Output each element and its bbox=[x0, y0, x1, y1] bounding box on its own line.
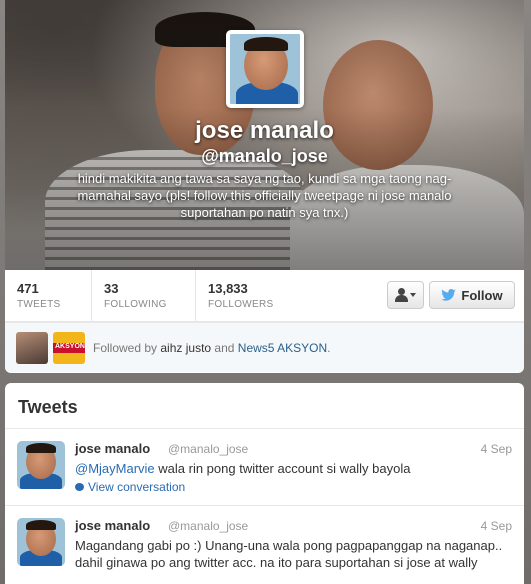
followed-by-row: AKSYON Followed by aihz justo and News5 … bbox=[5, 322, 524, 372]
tweet-timestamp[interactable]: 4 Sep bbox=[481, 442, 512, 456]
profile-header: jose manalo @manalo_jose hindi makikita … bbox=[5, 0, 524, 270]
stat-tweets[interactable]: 471 TWEETS bbox=[5, 270, 92, 322]
profile-handle: @manalo_jose bbox=[201, 146, 328, 166]
follow-button-label: Follow bbox=[461, 287, 503, 303]
chevron-down-icon bbox=[410, 293, 416, 297]
tweet-text: Magandang gabi po :) Unang-una wala pong… bbox=[75, 538, 503, 570]
followers-count: 13,833 bbox=[208, 281, 248, 296]
following-label: FOLLOWING bbox=[104, 299, 167, 310]
tweet-avatar[interactable] bbox=[17, 441, 65, 489]
followed-by-prefix: Followed by bbox=[93, 341, 158, 355]
stat-following[interactable]: 33 FOLLOWING bbox=[92, 270, 196, 322]
user-actions-dropdown[interactable] bbox=[387, 281, 424, 309]
tweet-text: @MjayMarvie wala rin pong twitter accoun… bbox=[75, 460, 510, 477]
tweet-mention[interactable]: @MjayMarvie bbox=[75, 461, 155, 476]
tweets-timeline: Tweets jose manalo @manalo_jose 4 Sep @M… bbox=[5, 383, 524, 584]
speech-bubble-icon bbox=[75, 483, 84, 491]
person-icon bbox=[395, 288, 408, 302]
tweet-author-handle[interactable]: @manalo_jose bbox=[168, 442, 248, 456]
tweet-author-name[interactable]: jose manalo bbox=[75, 518, 150, 533]
view-conversation-link[interactable]: View conversation bbox=[75, 480, 185, 494]
profile-stats: 471 TWEETS 33 FOLLOWING 13,833 FOLLOWERS… bbox=[5, 270, 524, 322]
twitter-bird-icon bbox=[441, 289, 457, 301]
follower-avatar-news5[interactable]: AKSYON bbox=[53, 332, 85, 364]
news5-logo-text: AKSYON bbox=[55, 343, 85, 350]
timeline-title: Tweets bbox=[5, 383, 524, 429]
followed-by-suffix: . bbox=[327, 341, 331, 355]
tweet-item[interactable]: jose manalo @manalo_jose 4 Sep @MjayMarv… bbox=[5, 429, 524, 506]
profile-card: jose manalo @manalo_jose hindi makikita … bbox=[5, 0, 524, 373]
tweet-avatar[interactable] bbox=[17, 518, 65, 566]
follower-avatar-aihz[interactable] bbox=[16, 332, 48, 364]
followed-by-user-news5[interactable]: News5 AKSYON bbox=[238, 341, 327, 355]
tweet-author-handle[interactable]: @manalo_jose bbox=[168, 519, 248, 533]
avatar-hair bbox=[244, 37, 288, 51]
tweet-author-name[interactable]: jose manalo bbox=[75, 441, 150, 456]
profile-name: jose manalo bbox=[195, 117, 334, 144]
stat-followers[interactable]: 13,833 FOLLOWERS bbox=[196, 270, 306, 322]
avatar-hair bbox=[26, 520, 56, 530]
followed-by-text: Followed by aihz justo and News5 AKSYON. bbox=[93, 341, 331, 355]
profile-bio: hindi makikita ang tawa sa saya ng tao, … bbox=[77, 171, 452, 220]
followed-by-conjunction: and bbox=[214, 341, 235, 355]
tweet-timestamp[interactable]: 4 Sep bbox=[481, 519, 512, 533]
tweet-body: wala rin pong twitter account si wally b… bbox=[154, 461, 411, 476]
followers-label: FOLLOWERS bbox=[208, 299, 274, 310]
tweets-label: TWEETS bbox=[17, 299, 61, 310]
view-conversation-label: View conversation bbox=[88, 480, 186, 494]
following-count: 33 bbox=[104, 281, 119, 296]
tweets-count: 471 bbox=[17, 281, 39, 296]
avatar-hair bbox=[26, 443, 56, 453]
followed-by-user-aihz[interactable]: aihz justo bbox=[160, 341, 211, 355]
tweet-item[interactable]: jose manalo @manalo_jose 4 Sep Magandang… bbox=[5, 506, 524, 583]
profile-avatar[interactable] bbox=[226, 30, 304, 108]
follow-button[interactable]: Follow bbox=[429, 281, 515, 309]
